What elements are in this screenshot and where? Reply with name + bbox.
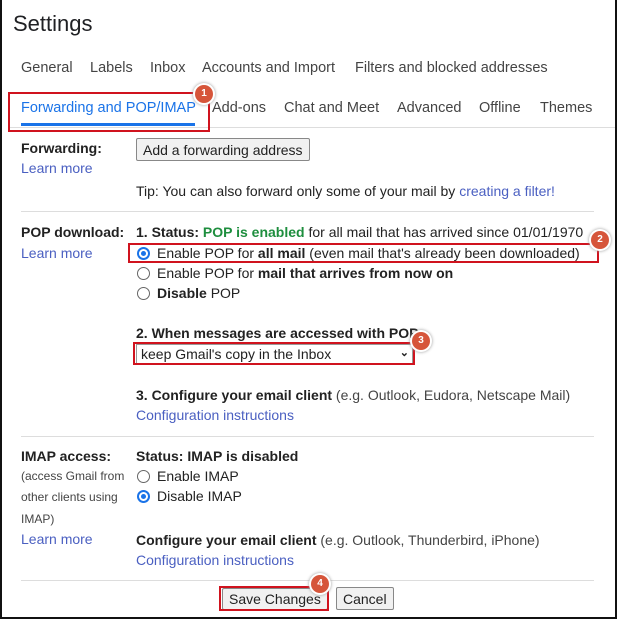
forwarding-tip: Tip: You can also forward only some of y… bbox=[136, 181, 555, 201]
tab-advanced[interactable]: Advanced bbox=[397, 98, 462, 118]
pop-status-value: POP is enabled bbox=[202, 224, 305, 240]
tab-forwarding-pop-imap[interactable]: Forwarding and POP/IMAP bbox=[21, 98, 196, 118]
pop-access-select[interactable]: keep Gmail's copy in the Inbox ⌄ bbox=[136, 344, 413, 364]
divider bbox=[8, 127, 617, 128]
tab-accounts-and-import[interactable]: Accounts and Import bbox=[202, 58, 335, 78]
annotation-badge-3: 3 bbox=[412, 332, 430, 350]
pop-all-mail-radio[interactable] bbox=[137, 247, 150, 260]
pop-access-heading: 2. When messages are accessed with POP bbox=[136, 325, 419, 341]
imap-configure: Configure your email client (e.g. Outloo… bbox=[136, 532, 540, 548]
pop-from-now-label[interactable]: Enable POP for mail that arrives from no… bbox=[157, 263, 453, 283]
pop-download-label: POP download: bbox=[21, 224, 125, 240]
enable-imap-radio[interactable] bbox=[137, 470, 150, 483]
tab-labels[interactable]: Labels bbox=[90, 58, 133, 78]
status-prefix: 1. Status: bbox=[136, 224, 203, 240]
divider bbox=[21, 211, 594, 212]
tab-filters[interactable]: Filters and blocked addresses bbox=[355, 58, 548, 78]
pop-configure: 3. Configure your email client (e.g. Out… bbox=[136, 387, 571, 403]
pop-all-mail-label[interactable]: Enable POP for all mail (even mail that'… bbox=[157, 243, 580, 263]
imap-access-label: IMAP access: bbox=[21, 448, 112, 464]
tab-add-ons[interactable]: Add-ons bbox=[212, 98, 266, 118]
disable-imap-radio[interactable] bbox=[137, 490, 150, 503]
annotation-badge-1: 1 bbox=[195, 85, 213, 103]
divider bbox=[21, 580, 594, 581]
pop-configuration-instructions-link[interactable]: Configuration instructions bbox=[136, 405, 294, 425]
imap-configuration-instructions-link[interactable]: Configuration instructions bbox=[136, 550, 294, 570]
status-suffix: for all mail that has arrived since 01/0… bbox=[304, 224, 584, 240]
active-tab-indicator bbox=[21, 123, 195, 126]
pop-disable-label[interactable]: Disable POP bbox=[157, 283, 240, 303]
page-title: Settings bbox=[13, 11, 93, 36]
divider bbox=[21, 436, 594, 437]
add-forwarding-address-button[interactable]: Add a forwarding address bbox=[136, 138, 310, 161]
tip-text: Tip: You can also forward only some of y… bbox=[136, 183, 460, 199]
cancel-button[interactable]: Cancel bbox=[336, 587, 394, 610]
creating-filter-link[interactable]: creating a filter! bbox=[459, 183, 555, 199]
tab-chat-and-meet[interactable]: Chat and Meet bbox=[284, 98, 379, 118]
forwarding-learn-more-link[interactable]: Learn more bbox=[21, 158, 93, 178]
tab-inbox[interactable]: Inbox bbox=[150, 58, 185, 78]
tab-general[interactable]: General bbox=[21, 58, 73, 78]
disable-imap-label[interactable]: Disable IMAP bbox=[157, 486, 242, 506]
forwarding-label: Forwarding: bbox=[21, 140, 102, 156]
save-changes-button[interactable]: Save Changes bbox=[222, 588, 328, 610]
window-frame bbox=[0, 0, 617, 619]
enable-imap-label[interactable]: Enable IMAP bbox=[157, 466, 239, 486]
imap-status: Status: IMAP is disabled bbox=[136, 448, 299, 464]
imap-sub-label: (access Gmail from bbox=[21, 469, 125, 483]
select-value: keep Gmail's copy in the Inbox bbox=[141, 346, 332, 362]
pop-disable-radio[interactable] bbox=[137, 287, 150, 300]
pop-from-now-radio[interactable] bbox=[137, 267, 150, 280]
annotation-badge-4: 4 bbox=[311, 575, 329, 593]
tab-themes[interactable]: Themes bbox=[540, 98, 592, 118]
chevron-down-icon: ⌄ bbox=[399, 347, 409, 359]
imap-learn-more-link[interactable]: Learn more bbox=[21, 529, 93, 549]
tab-offline[interactable]: Offline bbox=[479, 98, 521, 118]
annotation-badge-2: 2 bbox=[591, 231, 609, 249]
pop-learn-more-link[interactable]: Learn more bbox=[21, 243, 93, 263]
pop-status: 1. Status: POP is enabled for all mail t… bbox=[136, 222, 583, 242]
imap-sub-label: other clients using bbox=[21, 490, 118, 504]
imap-sub-label: IMAP) bbox=[21, 512, 55, 526]
